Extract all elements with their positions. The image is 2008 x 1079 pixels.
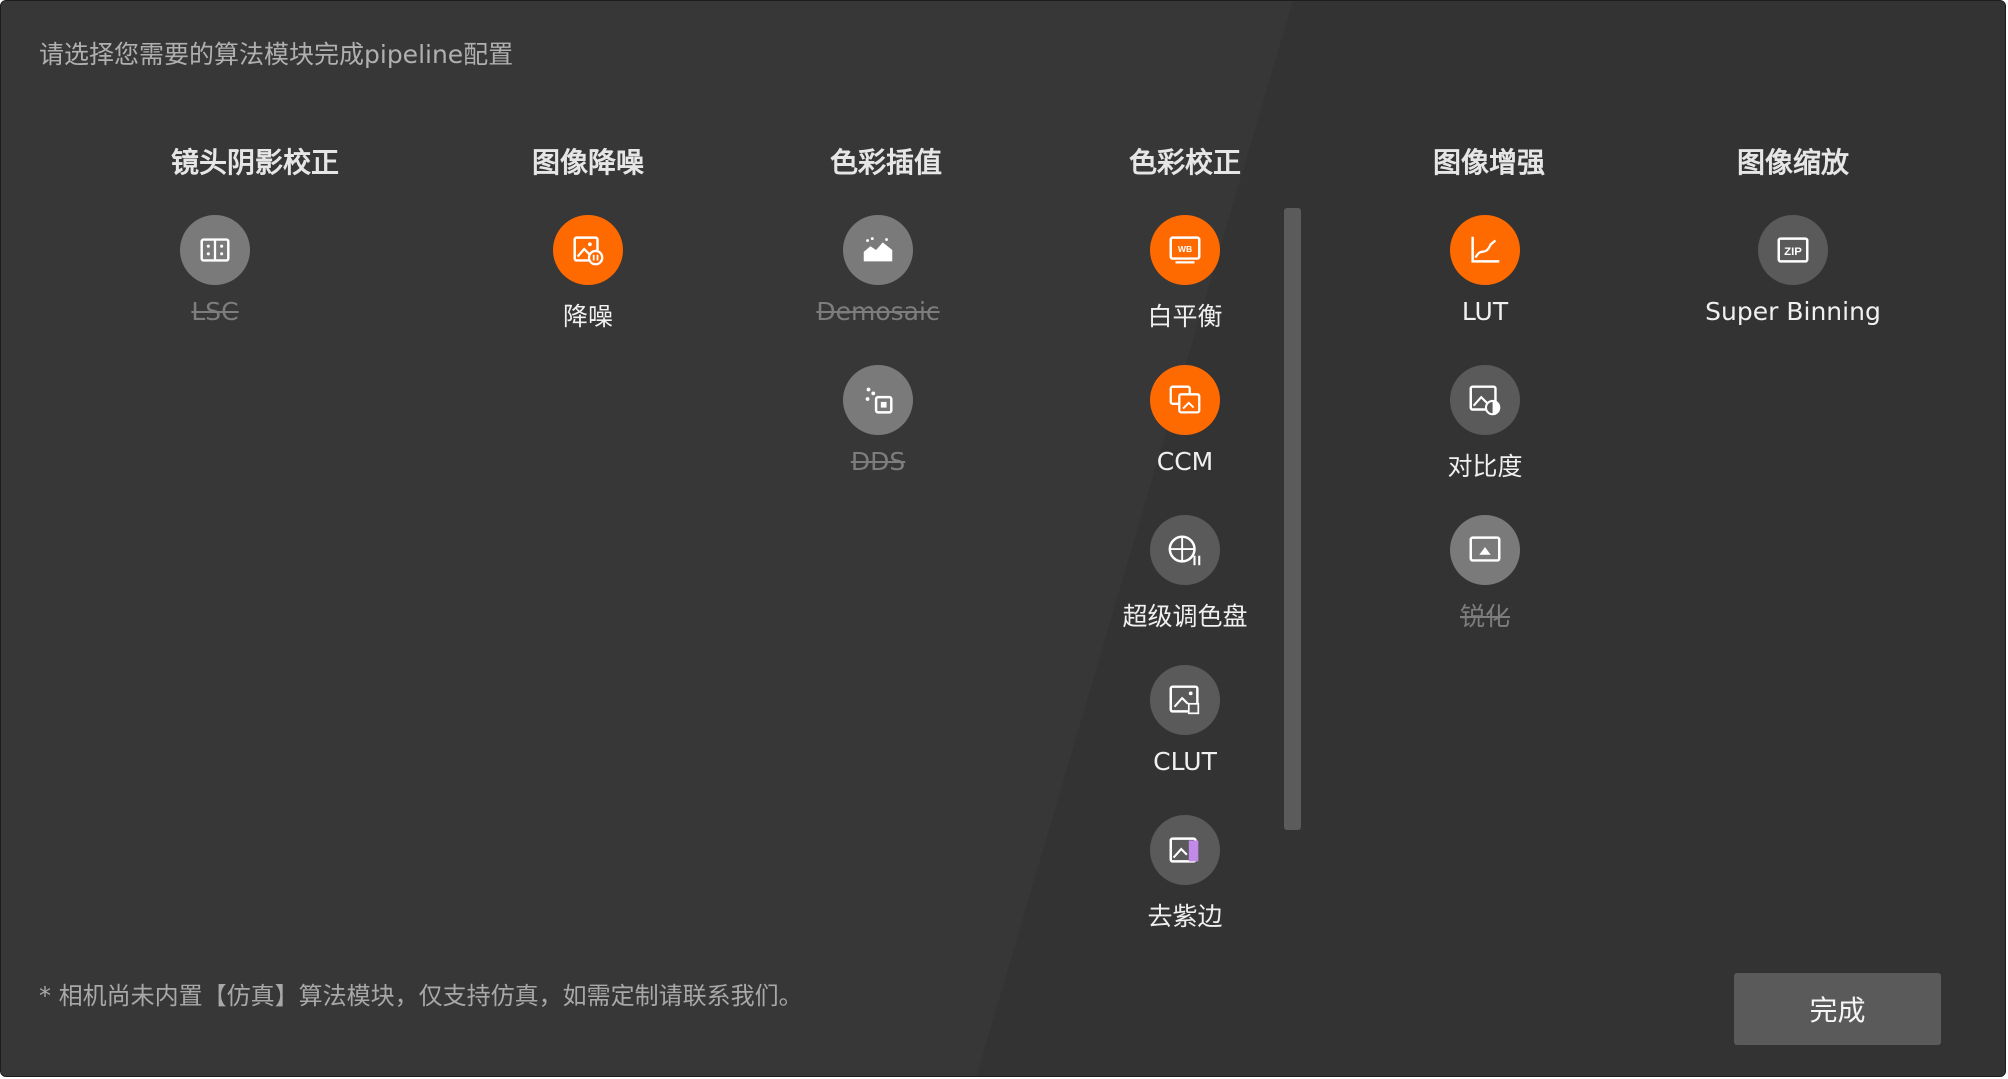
sharpen-icon[interactable] xyxy=(1450,515,1520,585)
module-label: Demosaic xyxy=(816,297,940,326)
footnote-text: * 相机尚未内置【仿真】算法模块，仅支持仿真，如需定制请联系我们。 xyxy=(39,982,803,1010)
module-label: CCM xyxy=(1156,447,1214,476)
module-sharpen[interactable]: 锐化 xyxy=(1375,515,1595,655)
module-label: 去紫边 xyxy=(1147,902,1223,931)
purple-fringe-icon[interactable] xyxy=(1150,815,1220,885)
module-contrast[interactable]: 对比度 xyxy=(1375,365,1595,505)
module-label: 降噪 xyxy=(562,302,613,331)
module-denoise[interactable]: 降噪 xyxy=(478,215,698,355)
module-label: 超级调色盘 xyxy=(1122,602,1248,631)
dds-icon[interactable] xyxy=(843,365,913,435)
lens-shading-icon[interactable] xyxy=(180,215,250,285)
module-label: 白平衡 xyxy=(1147,302,1223,331)
column-title: 色彩插值 xyxy=(829,146,942,179)
demosaic-icon[interactable] xyxy=(843,215,913,285)
module-label: 对比度 xyxy=(1447,452,1523,481)
module-super-palette[interactable]: 超级调色盘 xyxy=(1075,515,1295,655)
column-title: 图像增强 xyxy=(1432,146,1545,179)
module-lut[interactable]: LUT xyxy=(1375,215,1595,355)
module-label: 锐化 xyxy=(1459,602,1510,631)
contrast-icon[interactable] xyxy=(1450,365,1520,435)
module-ccm[interactable]: CCM xyxy=(1075,365,1295,505)
module-defringe[interactable]: 去紫边 xyxy=(1075,815,1295,955)
scrollbar[interactable] xyxy=(1284,208,1301,830)
module-label: DDS xyxy=(850,447,906,476)
clut-icon[interactable] xyxy=(1150,665,1220,735)
lut-curve-icon[interactable] xyxy=(1450,215,1520,285)
svg-text:WB: WB xyxy=(1178,244,1192,254)
module-dds[interactable]: DDS xyxy=(768,365,988,505)
module-super-binning[interactable]: ZIP Super Binning xyxy=(1683,215,1903,355)
module-label: CLUT xyxy=(1153,747,1217,776)
column-title: 色彩校正 xyxy=(1128,146,1241,179)
module-white-balance[interactable]: WB 白平衡 xyxy=(1075,215,1295,355)
done-button[interactable]: 完成 xyxy=(1734,973,1941,1045)
denoise-icon[interactable] xyxy=(553,215,623,285)
zip-icon[interactable]: ZIP xyxy=(1758,215,1828,285)
palette-icon[interactable] xyxy=(1150,515,1220,585)
ccm-icon[interactable] xyxy=(1150,365,1220,435)
column-title: 图像降噪 xyxy=(531,146,644,179)
column-title: 图像缩放 xyxy=(1736,146,1849,179)
module-demosaic[interactable]: Demosaic xyxy=(768,215,988,355)
module-lsc[interactable]: LSC xyxy=(105,215,325,355)
module-clut[interactable]: CLUT xyxy=(1075,665,1295,805)
module-label: Super Binning xyxy=(1705,297,1881,326)
module-label: LUT xyxy=(1461,297,1509,326)
instruction-text: 请选择您需要的算法模块完成pipeline配置 xyxy=(39,40,514,69)
svg-text:ZIP: ZIP xyxy=(1784,246,1802,258)
white-balance-icon[interactable]: WB xyxy=(1150,215,1220,285)
module-label: LSC xyxy=(191,297,239,326)
column-title: 镜头阴影校正 xyxy=(170,146,339,179)
pipeline-config-dialog: 请选择您需要的算法模块完成pipeline配置 镜头阴影校正 LSC 图像降噪 … xyxy=(0,0,2006,1077)
